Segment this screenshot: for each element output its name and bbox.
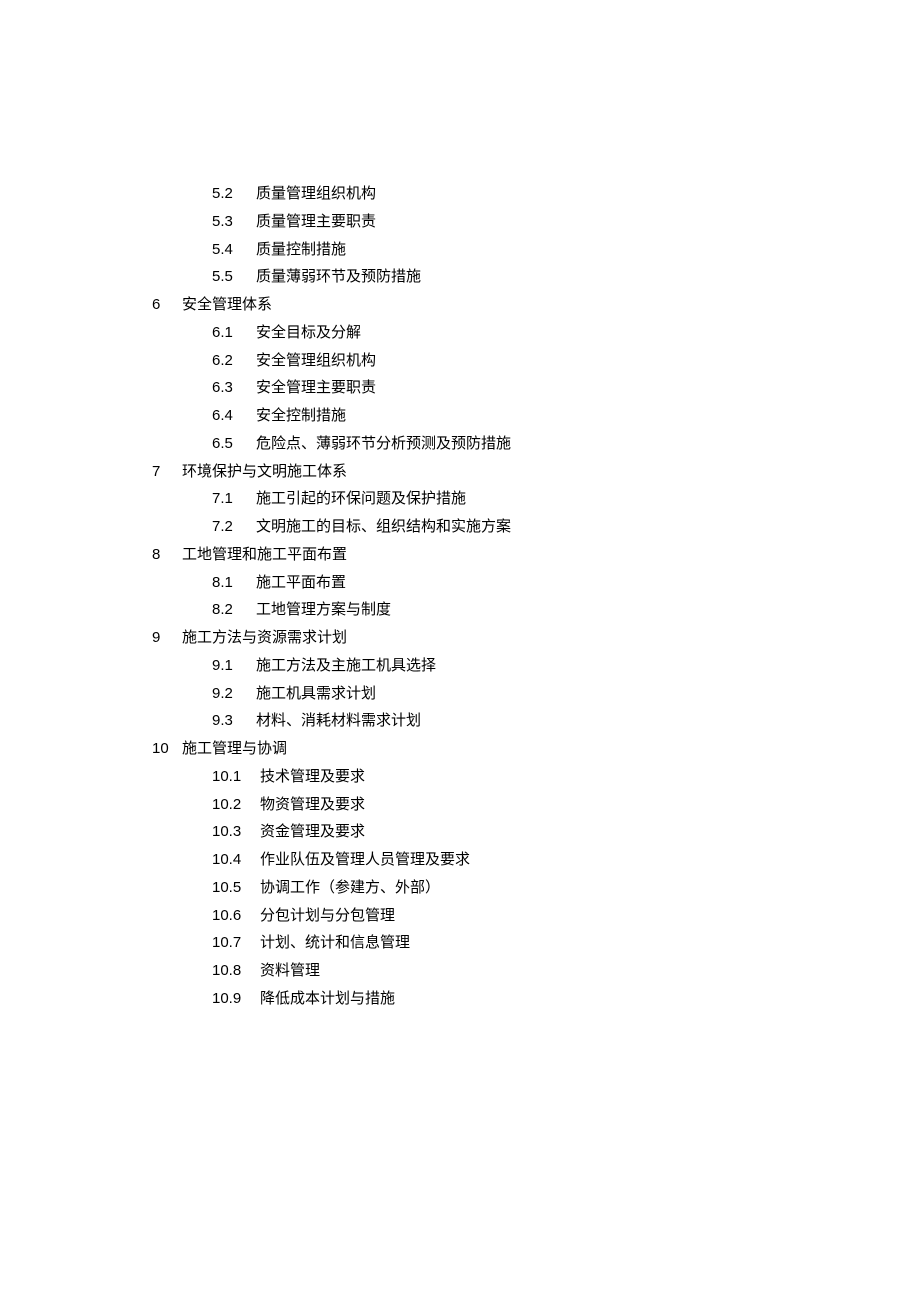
toc-sub-title: 工地管理方案与制度: [256, 596, 391, 624]
toc-sub-title: 文明施工的目标、组织结构和实施方案: [256, 513, 511, 541]
toc-sub-item: 6.2 安全管理组织机构: [212, 347, 920, 375]
toc-sub-title: 安全目标及分解: [256, 319, 361, 347]
toc-sub-number: 10.7: [212, 929, 260, 957]
toc-sub-item: 7.2 文明施工的目标、组织结构和实施方案: [212, 513, 920, 541]
toc-sub-number: 6.1: [212, 319, 256, 347]
toc-sub-item: 7.1 施工引起的环保问题及保护措施: [212, 485, 920, 513]
toc-sub-item: 10.6 分包计划与分包管理: [212, 902, 920, 930]
toc-sub-item: 5.3 质量管理主要职责: [212, 208, 920, 236]
toc-sub-number: 6.4: [212, 402, 256, 430]
toc-section-8: 8 工地管理和施工平面布置: [152, 541, 920, 569]
toc-sub-title: 质量控制措施: [256, 236, 346, 264]
table-of-contents: 5.2 质量管理组织机构 5.3 质量管理主要职责 5.4 质量控制措施 5.5…: [152, 180, 920, 1013]
toc-sub-number: 10.4: [212, 846, 260, 874]
toc-section-6: 6 安全管理体系: [152, 291, 920, 319]
toc-sub-number: 10.8: [212, 957, 260, 985]
toc-section-number: 6: [152, 291, 182, 319]
toc-sub-item: 9.1 施工方法及主施工机具选择: [212, 652, 920, 680]
toc-sub-item: 6.4 安全控制措施: [212, 402, 920, 430]
toc-sub-title: 安全管理主要职责: [256, 374, 376, 402]
toc-sub-title: 施工平面布置: [256, 569, 346, 597]
toc-sub-number: 5.5: [212, 263, 256, 291]
toc-sub-number: 6.3: [212, 374, 256, 402]
toc-sub-title: 物资管理及要求: [260, 791, 365, 819]
toc-section-number: 7: [152, 458, 182, 486]
toc-sub-number: 7.1: [212, 485, 256, 513]
toc-sub-number: 10.2: [212, 791, 260, 819]
toc-section-8-subs: 8.1 施工平面布置 8.2 工地管理方案与制度: [152, 569, 920, 625]
toc-sub-title: 资料管理: [260, 957, 320, 985]
toc-sub-number: 10.9: [212, 985, 260, 1013]
toc-sub-item: 10.2 物资管理及要求: [212, 791, 920, 819]
toc-section-9-subs: 9.1 施工方法及主施工机具选择 9.2 施工机具需求计划 9.3 材料、消耗材…: [152, 652, 920, 735]
toc-section-6-subs: 6.1 安全目标及分解 6.2 安全管理组织机构 6.3 安全管理主要职责 6.…: [152, 319, 920, 458]
toc-sub-number: 6.2: [212, 347, 256, 375]
toc-section-5-subs: 5.2 质量管理组织机构 5.3 质量管理主要职责 5.4 质量控制措施 5.5…: [152, 180, 920, 291]
toc-sub-title: 施工机具需求计划: [256, 680, 376, 708]
toc-sub-item: 10.4 作业队伍及管理人员管理及要求: [212, 846, 920, 874]
toc-sub-title: 协调工作（参建方、外部）: [260, 874, 440, 902]
toc-sub-number: 7.2: [212, 513, 256, 541]
toc-sub-number: 9.3: [212, 707, 256, 735]
toc-section-title: 工地管理和施工平面布置: [182, 541, 347, 569]
toc-section-number: 10: [152, 735, 182, 763]
toc-sub-item: 9.2 施工机具需求计划: [212, 680, 920, 708]
toc-sub-title: 计划、统计和信息管理: [260, 929, 410, 957]
toc-sub-item: 10.8 资料管理: [212, 957, 920, 985]
toc-sub-item: 8.1 施工平面布置: [212, 569, 920, 597]
toc-sub-item: 10.5 协调工作（参建方、外部）: [212, 874, 920, 902]
toc-section-7-subs: 7.1 施工引起的环保问题及保护措施 7.2 文明施工的目标、组织结构和实施方案: [152, 485, 920, 541]
toc-sub-title: 资金管理及要求: [260, 818, 365, 846]
toc-sub-title: 技术管理及要求: [260, 763, 365, 791]
toc-sub-item: 8.2 工地管理方案与制度: [212, 596, 920, 624]
toc-sub-number: 5.3: [212, 208, 256, 236]
toc-sub-title: 降低成本计划与措施: [260, 985, 395, 1013]
toc-sub-item: 5.2 质量管理组织机构: [212, 180, 920, 208]
toc-sub-number: 5.4: [212, 236, 256, 264]
toc-section-10: 10 施工管理与协调: [152, 735, 920, 763]
toc-sub-number: 5.2: [212, 180, 256, 208]
toc-section-title: 施工管理与协调: [182, 735, 287, 763]
toc-sub-title: 质量薄弱环节及预防措施: [256, 263, 421, 291]
toc-sub-title: 安全管理组织机构: [256, 347, 376, 375]
toc-sub-item: 5.5 质量薄弱环节及预防措施: [212, 263, 920, 291]
toc-sub-item: 9.3 材料、消耗材料需求计划: [212, 707, 920, 735]
toc-section-title: 安全管理体系: [182, 291, 272, 319]
toc-section-number: 9: [152, 624, 182, 652]
toc-sub-item: 6.1 安全目标及分解: [212, 319, 920, 347]
toc-sub-number: 8.2: [212, 596, 256, 624]
toc-sub-item: 6.3 安全管理主要职责: [212, 374, 920, 402]
toc-sub-title: 质量管理组织机构: [256, 180, 376, 208]
toc-sub-number: 10.1: [212, 763, 260, 791]
toc-sub-number: 10.6: [212, 902, 260, 930]
toc-sub-title: 分包计划与分包管理: [260, 902, 395, 930]
toc-sub-item: 10.1 技术管理及要求: [212, 763, 920, 791]
toc-sub-title: 危险点、薄弱环节分析预测及预防措施: [256, 430, 511, 458]
toc-sub-item: 10.7 计划、统计和信息管理: [212, 929, 920, 957]
toc-sub-number: 6.5: [212, 430, 256, 458]
toc-sub-title: 安全控制措施: [256, 402, 346, 430]
toc-sub-title: 施工引起的环保问题及保护措施: [256, 485, 466, 513]
toc-sub-number: 9.2: [212, 680, 256, 708]
toc-sub-title: 施工方法及主施工机具选择: [256, 652, 436, 680]
toc-sub-title: 质量管理主要职责: [256, 208, 376, 236]
toc-sub-number: 9.1: [212, 652, 256, 680]
toc-section-title: 施工方法与资源需求计划: [182, 624, 347, 652]
toc-sub-title: 材料、消耗材料需求计划: [256, 707, 421, 735]
toc-sub-title: 作业队伍及管理人员管理及要求: [260, 846, 470, 874]
toc-sub-number: 10.5: [212, 874, 260, 902]
toc-sub-item: 10.3 资金管理及要求: [212, 818, 920, 846]
toc-section-number: 8: [152, 541, 182, 569]
toc-sub-number: 10.3: [212, 818, 260, 846]
toc-section-10-subs: 10.1 技术管理及要求 10.2 物资管理及要求 10.3 资金管理及要求 1…: [152, 763, 920, 1013]
toc-sub-item: 5.4 质量控制措施: [212, 236, 920, 264]
toc-sub-item: 6.5 危险点、薄弱环节分析预测及预防措施: [212, 430, 920, 458]
toc-section-7: 7 环境保护与文明施工体系: [152, 458, 920, 486]
toc-sub-number: 8.1: [212, 569, 256, 597]
toc-section-9: 9 施工方法与资源需求计划: [152, 624, 920, 652]
toc-sub-item: 10.9 降低成本计划与措施: [212, 985, 920, 1013]
toc-section-title: 环境保护与文明施工体系: [182, 458, 347, 486]
